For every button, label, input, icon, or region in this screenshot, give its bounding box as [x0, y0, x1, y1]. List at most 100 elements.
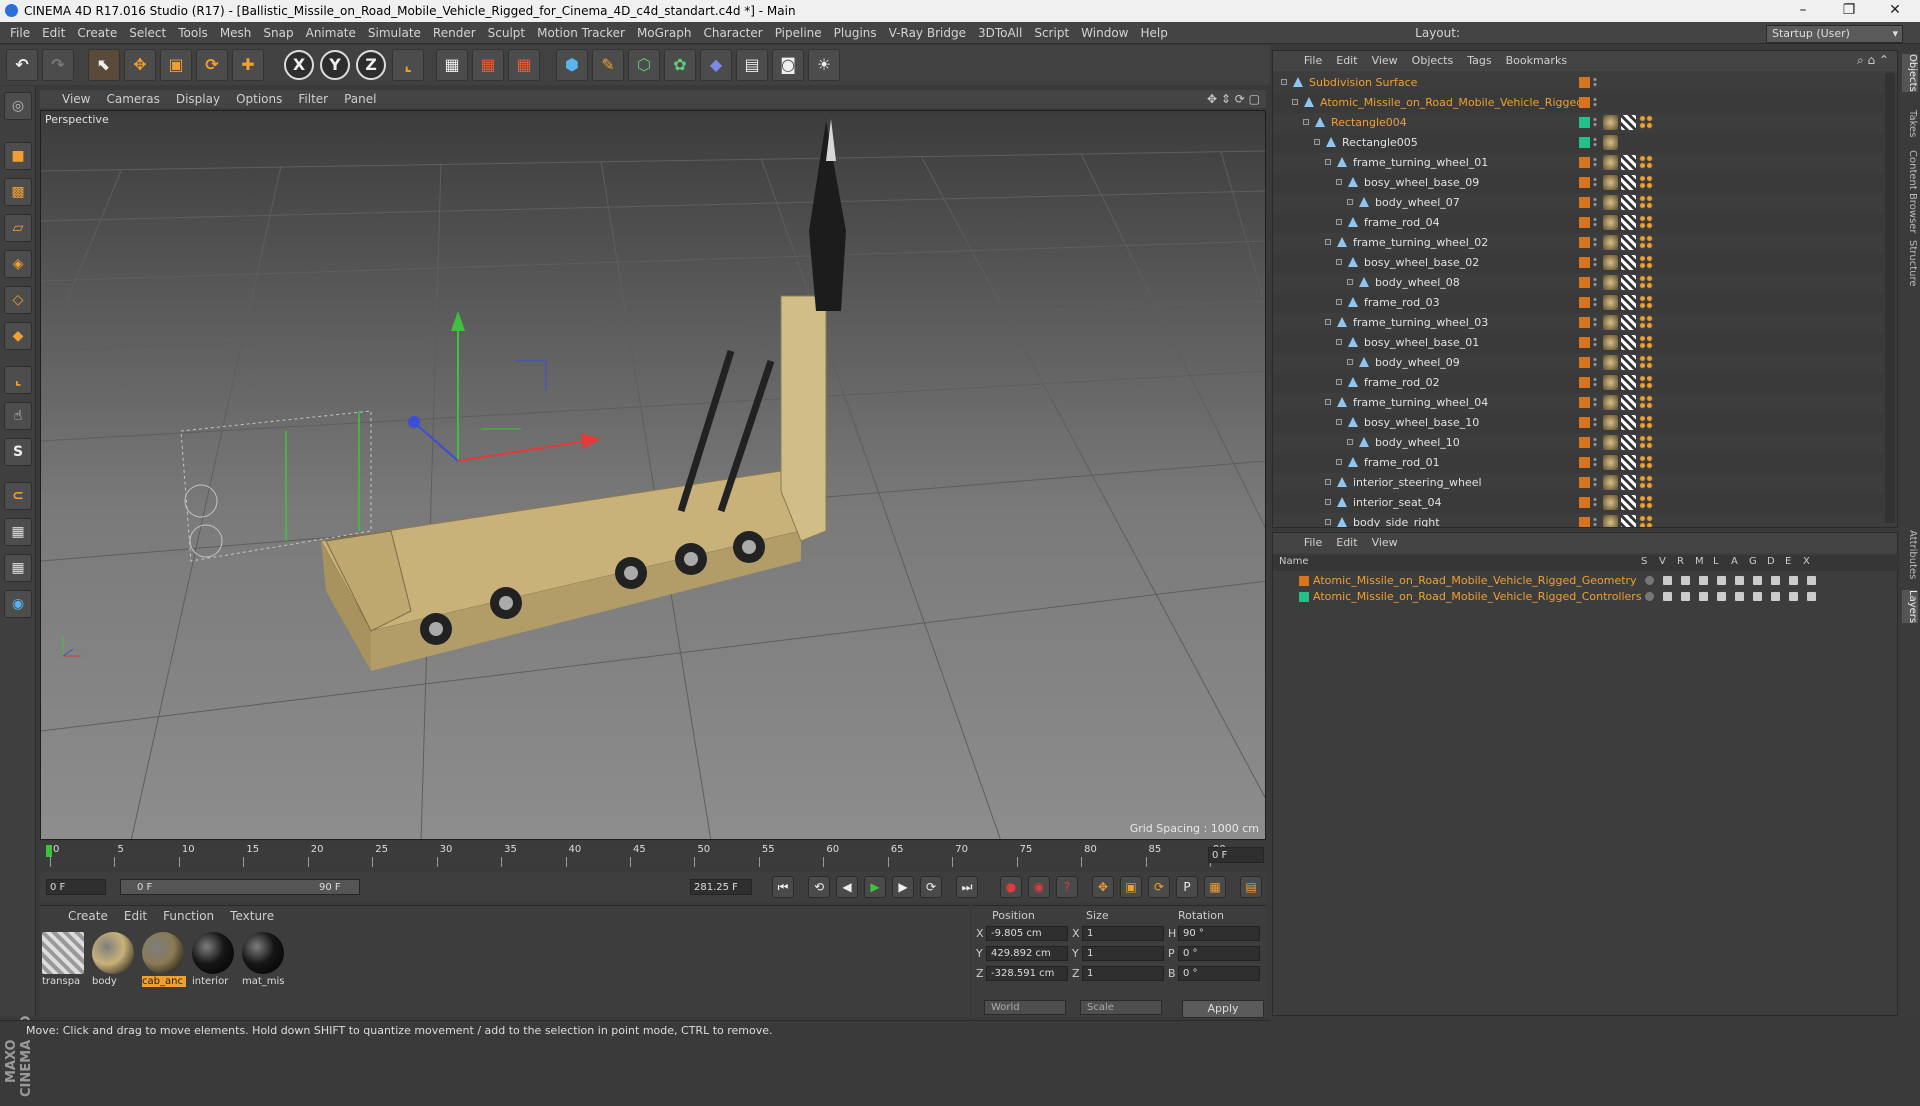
material-tag-icon[interactable]: [1603, 395, 1618, 410]
menu-item[interactable]: Create: [71, 22, 123, 44]
expand-toggle-icon[interactable]: [1336, 219, 1342, 225]
material-tag-icon[interactable]: [1639, 195, 1654, 210]
menu-item[interactable]: Render: [427, 22, 482, 44]
pen-spline-button[interactable]: ✎: [592, 49, 624, 81]
light-button[interactable]: ☀: [808, 49, 840, 81]
object-row[interactable]: Rectangle004: [1273, 113, 1883, 133]
material-tag-icon[interactable]: [1603, 195, 1618, 210]
material-tag-icon[interactable]: [1603, 155, 1618, 170]
expand-toggle-icon[interactable]: [1325, 519, 1331, 525]
rotation-field[interactable]: 90 °: [1178, 926, 1260, 941]
material-tag-icon[interactable]: [1603, 135, 1618, 150]
layer-color-icon[interactable]: [1579, 197, 1590, 208]
visibility-dots-icon[interactable]: [1593, 77, 1597, 88]
material-tag-icon[interactable]: [1621, 235, 1636, 250]
material-tag-icon[interactable]: [1603, 515, 1618, 527]
object-row[interactable]: frame_rod_03: [1273, 293, 1883, 313]
viewport-menu-item[interactable]: Cameras: [98, 90, 167, 108]
material-tag-icon[interactable]: [1603, 175, 1618, 190]
restore-button[interactable]: ❐: [1826, 0, 1872, 22]
menu-item[interactable]: Animate: [300, 22, 362, 44]
material-swatch[interactable]: transpa: [42, 932, 86, 992]
axis-mode-icon[interactable]: ⌞: [4, 366, 32, 394]
visibility-dots-icon[interactable]: [1593, 157, 1597, 168]
visibility-dots-icon[interactable]: [1593, 417, 1597, 428]
material-tag-icon[interactable]: [1621, 495, 1636, 510]
material-tag-icon[interactable]: [1639, 255, 1654, 270]
cloner-button[interactable]: ✿: [664, 49, 696, 81]
material-tag-icon[interactable]: [1639, 415, 1654, 430]
visibility-dots-icon[interactable]: [1593, 217, 1597, 228]
layer-menu-item[interactable]: Edit: [1329, 533, 1364, 553]
menu-item[interactable]: File: [4, 22, 36, 44]
menu-item[interactable]: V-Ray Bridge: [883, 22, 972, 44]
perspective-viewport[interactable]: Perspective Grid Spacing : 1000 cm: [40, 110, 1266, 840]
menu-item[interactable]: 3DToAll: [972, 22, 1028, 44]
visibility-dots-icon[interactable]: [1593, 277, 1597, 288]
layer-toggle-icon[interactable]: [1663, 576, 1672, 585]
layer-color-icon[interactable]: [1579, 77, 1590, 88]
end-frame-field[interactable]: 0 F: [1208, 847, 1264, 863]
rotation-field[interactable]: 0 °: [1178, 946, 1260, 961]
viewport-menu-item[interactable]: Options: [228, 90, 290, 108]
expand-toggle-icon[interactable]: [1336, 459, 1342, 465]
menu-item[interactable]: MoGraph: [631, 22, 698, 44]
points-mode-icon[interactable]: ◈: [4, 250, 32, 278]
material-tag-icon[interactable]: [1639, 515, 1654, 527]
layer-toggle-icon[interactable]: [1699, 592, 1708, 601]
layer-color-icon[interactable]: [1579, 357, 1590, 368]
layer-color-icon[interactable]: [1579, 177, 1590, 188]
object-row[interactable]: frame_turning_wheel_01: [1273, 153, 1883, 173]
timeline-window-button[interactable]: ▤: [1240, 876, 1262, 898]
search-icon[interactable]: ⌕ ⌂ ⌃: [1857, 53, 1889, 68]
material-tag-icon[interactable]: [1603, 295, 1618, 310]
layer-color-icon[interactable]: [1579, 337, 1590, 348]
object-row[interactable]: frame_turning_wheel_02: [1273, 233, 1883, 253]
menu-item[interactable]: Motion Tracker: [531, 22, 631, 44]
next-key-button[interactable]: ⟳: [920, 876, 942, 898]
subdivision-surface-button[interactable]: ⬡: [628, 49, 660, 81]
layer-color-icon[interactable]: [1579, 477, 1590, 488]
grid-icon[interactable]: ▦: [4, 518, 32, 546]
layer-toggle-icon[interactable]: [1789, 592, 1798, 601]
workplane-mode-icon[interactable]: ▱: [4, 214, 32, 242]
render-picture-viewer-button[interactable]: ▦: [472, 49, 504, 81]
visibility-dots-icon[interactable]: [1593, 357, 1597, 368]
key-scale-button[interactable]: ▣: [1120, 876, 1142, 898]
material-tag-icon[interactable]: [1639, 235, 1654, 250]
material-tag-icon[interactable]: [1621, 275, 1636, 290]
key-pla-button[interactable]: ▦: [1204, 876, 1226, 898]
material-swatch[interactable]: interior: [192, 932, 236, 992]
menu-item[interactable]: Window: [1075, 22, 1134, 44]
layer-toggle-icon[interactable]: [1771, 576, 1780, 585]
layer-toggle-icon[interactable]: [1753, 576, 1762, 585]
layer-row[interactable]: Atomic_Missile_on_Road_Mobile_Vehicle_Ri…: [1273, 589, 1899, 605]
layer-color-icon[interactable]: [1579, 417, 1590, 428]
object-menu-item[interactable]: View: [1365, 51, 1405, 71]
object-row[interactable]: body_wheel_07: [1273, 193, 1883, 213]
object-row[interactable]: frame_rod_01: [1273, 453, 1883, 473]
material-tag-icon[interactable]: [1621, 175, 1636, 190]
material-tag-icon[interactable]: [1639, 375, 1654, 390]
side-tab[interactable]: Content Browser: [1902, 150, 1918, 233]
menu-item[interactable]: Simulate: [362, 22, 427, 44]
edges-mode-icon[interactable]: ◇: [4, 286, 32, 314]
minimize-button[interactable]: –: [1780, 0, 1826, 22]
layer-toggle-icon[interactable]: [1645, 592, 1654, 601]
material-tag-icon[interactable]: [1639, 155, 1654, 170]
material-menu-item[interactable]: Create: [60, 906, 116, 926]
live-selection-button[interactable]: ✚: [232, 49, 264, 81]
material-tag-icon[interactable]: [1621, 155, 1636, 170]
material-swatch[interactable]: mat_mis: [242, 932, 286, 992]
previous-key-button[interactable]: ⟲: [808, 876, 830, 898]
visibility-dots-icon[interactable]: [1593, 197, 1597, 208]
viewport-menu-item[interactable]: Panel: [336, 90, 384, 108]
material-tag-icon[interactable]: [1603, 335, 1618, 350]
visibility-dots-icon[interactable]: [1593, 517, 1597, 527]
expand-toggle-icon[interactable]: [1281, 79, 1287, 85]
material-tag-icon[interactable]: [1621, 215, 1636, 230]
layer-color-icon[interactable]: [1579, 457, 1590, 468]
model-mode-icon[interactable]: ■: [4, 142, 32, 170]
render-settings-button[interactable]: ▦: [508, 49, 540, 81]
material-menu-item[interactable]: Function: [155, 906, 222, 926]
